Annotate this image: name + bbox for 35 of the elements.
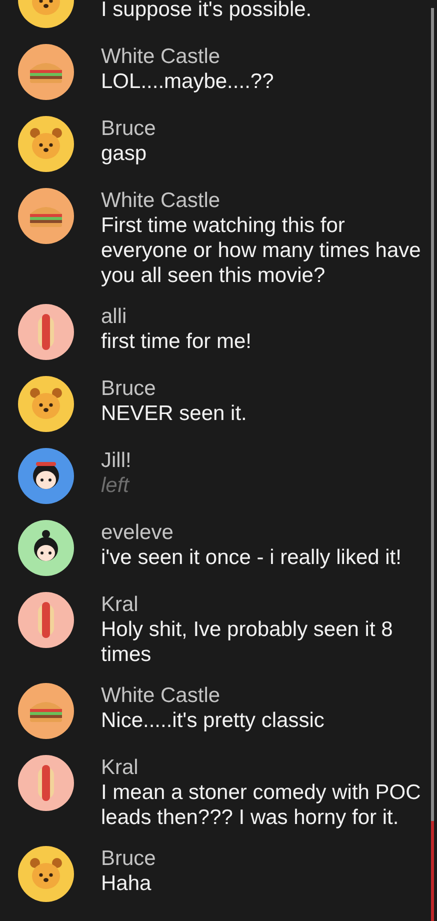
author-name: White Castle xyxy=(101,44,222,69)
message-text: first time for me! xyxy=(101,329,253,354)
girl-avatar xyxy=(18,520,74,576)
hotdog-avatar xyxy=(18,304,74,360)
hotdog-avatar xyxy=(18,755,74,811)
burger-avatar xyxy=(18,44,74,100)
bear-avatar xyxy=(18,376,74,432)
author-name: White Castle xyxy=(101,188,222,213)
bear-avatar xyxy=(18,116,74,172)
scrollbar-thumb[interactable] xyxy=(431,821,434,921)
author-name: Bruce xyxy=(101,376,157,401)
author-name: Jill! xyxy=(101,448,132,473)
message-text: I mean a stoner comedy with POC leads then??? I was horny for it. xyxy=(101,780,422,830)
author-name: Kral xyxy=(101,755,140,780)
message-text: LOL....maybe....?? xyxy=(101,69,275,94)
status-text: left xyxy=(101,473,131,498)
burger-avatar xyxy=(18,188,74,244)
bear-avatar xyxy=(18,846,74,902)
message-text: NEVER seen it. xyxy=(101,401,248,426)
author-name: Bruce xyxy=(101,846,157,871)
author-name: Bruce xyxy=(101,116,157,141)
message-text: Holy shit, Ive probably seen it 8 times xyxy=(101,617,394,667)
message-text: Haha xyxy=(101,871,152,896)
author-name: alli xyxy=(101,304,128,329)
message-text: gasp xyxy=(101,141,148,166)
hotdog-avatar xyxy=(18,592,74,648)
message-text: First time watching this for everyone or how many times have you all seen this movie? xyxy=(101,213,422,288)
author-name: White Castle xyxy=(101,683,222,708)
message-text: i've seen it once - i really liked it! xyxy=(101,545,402,570)
message-text: I suppose it's possible. xyxy=(101,0,313,22)
burger-avatar xyxy=(18,683,74,739)
author-name: Kral xyxy=(101,592,140,617)
girl-avatar xyxy=(18,448,74,504)
message-text: Nice.....it's pretty classic xyxy=(101,708,326,733)
author-name: eveleve xyxy=(101,520,174,545)
